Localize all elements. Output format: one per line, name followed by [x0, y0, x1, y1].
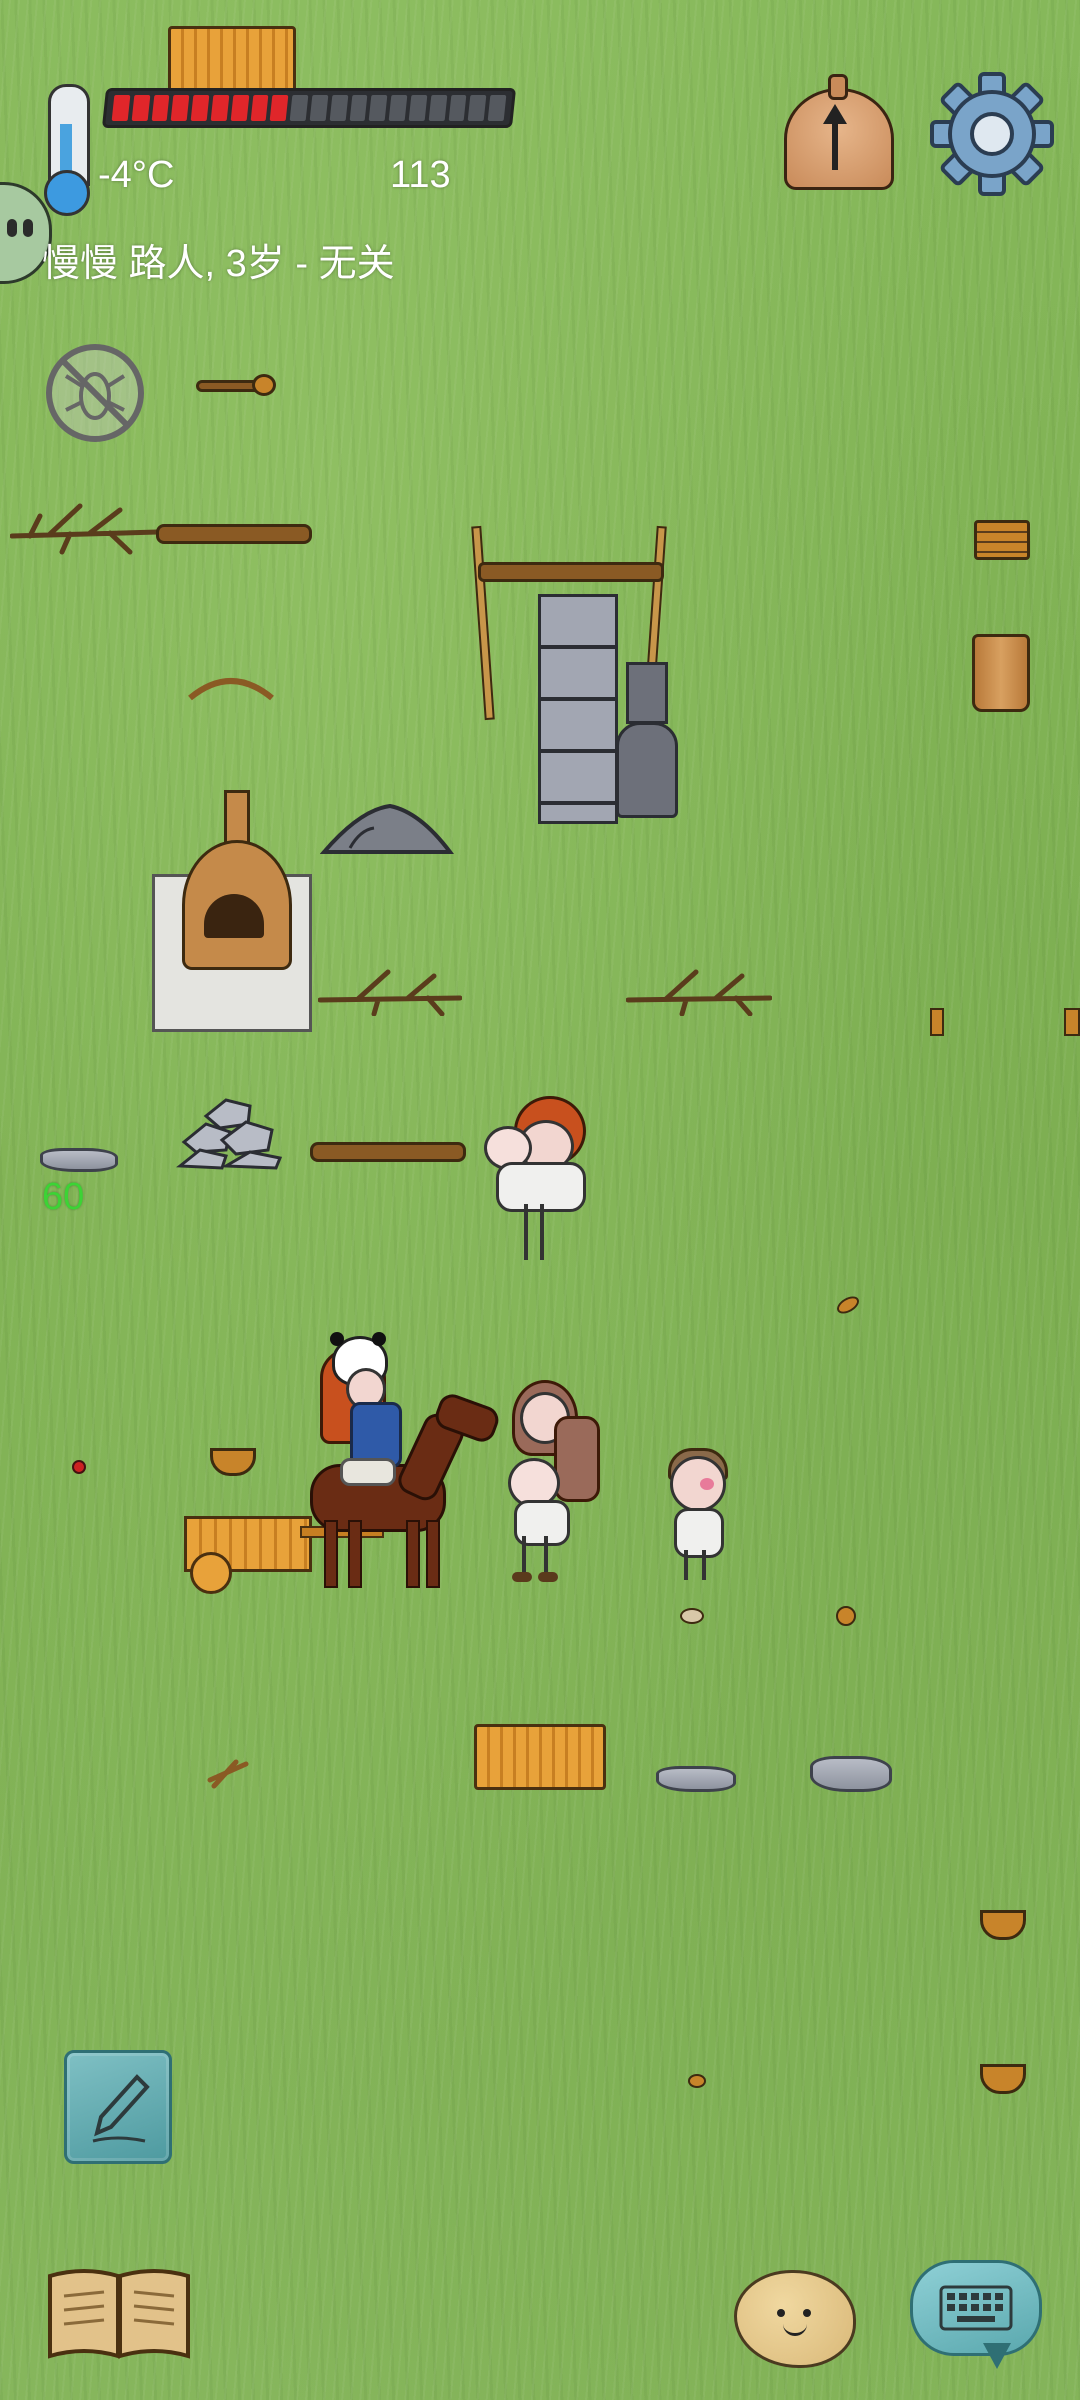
potato-emote-icon[interactable]: [734, 2270, 856, 2368]
flat-stone[interactable]: [656, 1766, 736, 1792]
small-seed[interactable]: [836, 1606, 856, 1626]
flat-stone[interactable]: [810, 1756, 892, 1792]
kindling[interactable]: [206, 1754, 250, 1790]
flat-stone[interactable]: [40, 1148, 118, 1172]
food-bar-segment: [210, 95, 230, 121]
adobe-kiln[interactable]: [152, 790, 312, 1032]
food-bar-segment: [349, 95, 368, 121]
gear-icon[interactable]: [930, 72, 1054, 196]
food-bar-segment: [289, 95, 309, 121]
stone-pile[interactable]: [176, 1096, 286, 1170]
villager-carrying-baby[interactable]: [478, 1090, 598, 1270]
curved-branch[interactable]: [186, 668, 276, 704]
firewood-bundle[interactable]: [974, 520, 1030, 560]
long-log[interactable]: [310, 1142, 466, 1162]
open-book-icon[interactable]: [44, 2262, 194, 2362]
pencil-note-icon: [92, 2074, 150, 2143]
food-bar-segment: [448, 95, 467, 121]
thermometer-icon: [38, 84, 94, 216]
no-insects-icon[interactable]: [42, 340, 148, 446]
child-villager[interactable]: [662, 1446, 732, 1584]
small-pebble[interactable]: [680, 1608, 704, 1624]
clay-jar[interactable]: [972, 634, 1030, 712]
food-bar-segment: [230, 95, 249, 121]
wooden-crate: [168, 26, 296, 94]
food-bar-segment: [131, 95, 150, 121]
small-seed[interactable]: [688, 2074, 706, 2088]
wooden-crate[interactable]: [474, 1724, 606, 1790]
dead-branch[interactable]: [626, 960, 772, 1016]
food-bar: [101, 88, 517, 128]
food-counter: 113: [390, 154, 451, 196]
food-bar-segment: [190, 95, 210, 121]
clay-bowl[interactable]: [980, 1910, 1026, 1940]
dead-branch[interactable]: [10, 496, 160, 556]
food-bar-segment: [309, 95, 329, 121]
keyboard-chat-icon: [939, 2285, 1013, 2331]
compass-icon[interactable]: [784, 74, 894, 190]
stick-knob: [252, 374, 276, 396]
mother-with-baby[interactable]: [500, 1376, 604, 1586]
long-log[interactable]: [156, 524, 312, 544]
dead-branch[interactable]: [318, 960, 462, 1016]
food-bar-segment: [368, 95, 388, 121]
rock-pile[interactable]: [320, 800, 454, 856]
temperature-label: -4°C: [98, 154, 175, 196]
floating-number: 60: [42, 1176, 85, 1218]
small-sprout[interactable]: [1064, 1008, 1080, 1036]
food-bar-segment: [171, 95, 190, 121]
player-status-line: 慢慢 路人, 3岁 - 无关: [42, 243, 395, 285]
food-bar-segment: [487, 95, 507, 121]
food-bar-segment: [388, 95, 408, 121]
pencil-note-button[interactable]: [64, 2050, 172, 2164]
food-bar-segment: [428, 95, 447, 121]
keyboard-chat-button[interactable]: [910, 2260, 1042, 2369]
food-bar-segment: [408, 95, 428, 121]
small-seed[interactable]: [834, 1292, 862, 1318]
food-bar-segment: [467, 95, 487, 121]
food-bar-segment: [270, 95, 289, 121]
deep-well[interactable]: [468, 525, 678, 824]
small-sprout[interactable]: [930, 1008, 944, 1036]
food-bar-segment: [329, 95, 348, 121]
berry[interactable]: [72, 1460, 86, 1474]
clay-bowl[interactable]: [980, 2064, 1026, 2094]
food-bar-segment: [250, 95, 269, 121]
food-bar-segment: [151, 95, 170, 121]
food-bar-segment: [111, 95, 131, 121]
